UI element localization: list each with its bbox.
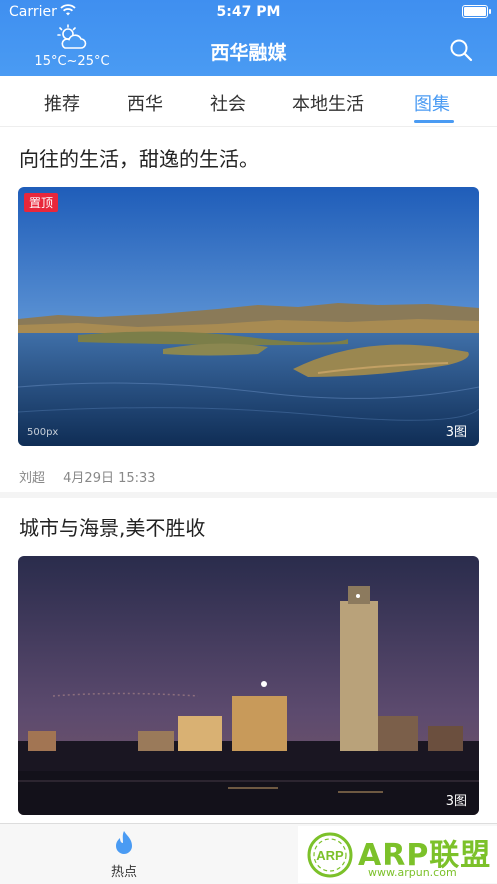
article-meta: 刘超 4月29日 15:33 (19, 467, 156, 486)
publish-date: 4月29日 15:33 (63, 471, 156, 486)
tab-xihua[interactable]: 西华 (127, 90, 163, 116)
article-photo[interactable]: 置顶 500px 3图 (18, 187, 479, 446)
arp-logo-text: ARP (316, 848, 344, 863)
app-title: 西华融媒 (210, 42, 287, 64)
site-watermark: ARP ARP联盟 www.arpun.com (298, 826, 497, 883)
tab-local-life[interactable]: 本地生活 (292, 90, 364, 116)
photo-count: 3图 (445, 794, 467, 809)
watermark-url: www.arpun.com (368, 866, 457, 879)
battery-icon (462, 5, 491, 18)
clock: 5:47 PM (216, 4, 281, 20)
tab-society[interactable]: 社会 (210, 90, 246, 116)
tab-recommend[interactable]: 推荐 (44, 90, 80, 116)
article-title[interactable]: 城市与海景,美不胜收 (19, 512, 205, 541)
tab-bar-label: 热点 (110, 865, 137, 880)
tab-bar-item-hot[interactable]: 热点 (98, 830, 150, 880)
city-night-image (18, 556, 479, 815)
photo-watermark: 500px (27, 427, 59, 438)
lake-landscape-image (18, 187, 479, 446)
pinned-badge: 置顶 (24, 193, 59, 212)
flame-icon (113, 831, 135, 860)
article-photo[interactable]: 3图 (18, 556, 479, 815)
author-name: 刘超 (19, 471, 46, 486)
app-header: Carrier 5:47 PM 15°C~25°C 西华融媒 (0, 0, 497, 76)
arp-logo-icon: ARP (304, 830, 356, 884)
article-title[interactable]: 向往的生活，甜逸的生活。 (19, 143, 259, 172)
search-icon[interactable] (449, 38, 473, 66)
section-divider (0, 492, 497, 498)
tab-gallery[interactable]: 图集 (414, 90, 450, 116)
active-tab-indicator (414, 120, 454, 123)
photo-count: 3图 (445, 425, 467, 440)
status-bar: Carrier 5:47 PM (0, 0, 497, 26)
category-tabs: 推荐 西华 社会 本地生活 图集 (0, 76, 497, 127)
